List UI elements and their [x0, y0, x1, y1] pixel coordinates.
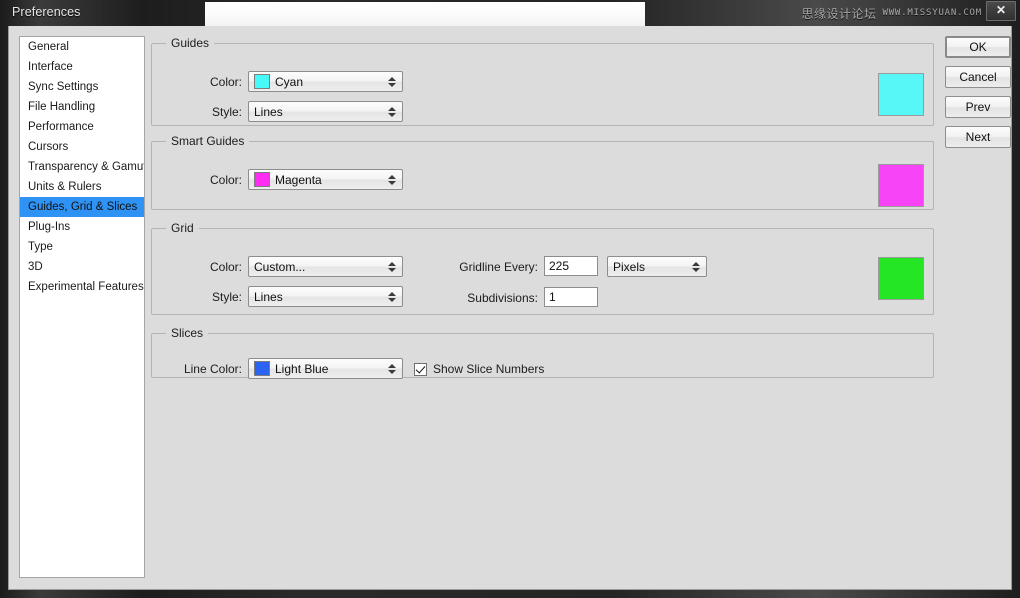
slices-line-color-value: Light Blue	[275, 361, 329, 376]
window-title: Preferences	[12, 5, 81, 19]
sidebar-item-3d[interactable]: 3D	[20, 257, 144, 277]
chevron-updown-icon	[384, 170, 400, 189]
next-button[interactable]: Next	[945, 126, 1011, 148]
chevron-updown-icon	[384, 287, 400, 306]
close-icon[interactable]: ✕	[986, 1, 1016, 21]
grid-color-preview[interactable]	[878, 257, 924, 300]
subdivisions-label: Subdivisions:	[467, 291, 538, 305]
sidebar-item-sync-settings[interactable]: Sync Settings	[20, 77, 144, 97]
grid-style-value: Lines	[254, 289, 283, 304]
dialog-button-column: OK Cancel Prev Next	[945, 36, 1011, 156]
smart-guides-group-legend: Smart Guides	[171, 134, 245, 148]
guides-group: Guides Color: Cyan Style: Lines	[151, 36, 934, 126]
grid-style-dropdown[interactable]: Lines	[248, 286, 403, 307]
grid-group-legend: Grid	[171, 221, 194, 235]
guides-color-value: Cyan	[275, 74, 304, 89]
guides-color-label: Color:	[209, 75, 242, 89]
sidebar-item-type[interactable]: Type	[20, 237, 144, 257]
sidebar-item-guides-grid-slices[interactable]: Guides, Grid & Slices	[20, 197, 144, 217]
sidebar-item-experimental-features[interactable]: Experimental Features	[20, 277, 144, 297]
sidebar-item-transparency-gamut[interactable]: Transparency & Gamut	[20, 157, 144, 177]
ok-button[interactable]: OK	[945, 36, 1011, 58]
smart-guides-color-swatch-icon	[254, 172, 270, 187]
title-bar-white-overlay	[205, 2, 645, 26]
grid-color-label: Color:	[209, 260, 242, 274]
guides-group-legend: Guides	[171, 36, 210, 50]
title-bar: Preferences 思缘设计论坛 WWW.MISSYUAN.COM ✕	[0, 0, 1020, 26]
grid-color-value: Custom...	[254, 259, 306, 274]
guides-color-dropdown[interactable]: Cyan	[248, 71, 403, 92]
chevron-updown-icon	[384, 359, 400, 378]
slices-line-color-swatch-icon	[254, 361, 270, 376]
guides-color-preview[interactable]	[878, 73, 924, 116]
preferences-main-panel: Guides Color: Cyan Style: Lines Smart Gu…	[151, 36, 934, 578]
preferences-category-list[interactable]: General Interface Sync Settings File Han…	[19, 36, 145, 578]
smart-guides-group: Smart Guides Color: Magenta	[151, 134, 934, 210]
checkmark-icon[interactable]	[414, 362, 427, 376]
preferences-window: Preferences 思缘设计论坛 WWW.MISSYUAN.COM ✕ Ge…	[0, 0, 1020, 598]
chevron-updown-icon	[688, 257, 704, 276]
smart-guides-color-dropdown[interactable]: Magenta	[248, 169, 403, 190]
sidebar-item-interface[interactable]: Interface	[20, 57, 144, 77]
guides-style-label: Style:	[211, 105, 242, 119]
grid-group: Grid Color: Custom... Style: Lines Gridl…	[151, 221, 934, 315]
sidebar-item-plug-ins[interactable]: Plug-Ins	[20, 217, 144, 237]
cancel-button[interactable]: Cancel	[945, 66, 1011, 88]
guides-style-value: Lines	[254, 104, 283, 119]
sidebar-item-general[interactable]: General	[20, 37, 144, 57]
smart-guides-color-label: Color:	[209, 173, 242, 187]
chevron-updown-icon	[384, 257, 400, 276]
subdivisions-input[interactable]	[544, 287, 598, 307]
slices-group: Slices Line Color: Light Blue Show Slice…	[151, 326, 934, 379]
gridline-every-input[interactable]	[544, 256, 598, 276]
watermark-url-text: WWW.MISSYUAN.COM	[882, 8, 982, 18]
watermark: 思缘设计论坛 WWW.MISSYUAN.COM	[801, 4, 982, 22]
slices-group-legend: Slices	[171, 326, 204, 340]
sidebar-item-file-handling[interactable]: File Handling	[20, 97, 144, 117]
watermark-chinese-text: 思缘设计论坛	[801, 6, 877, 21]
smart-guides-color-preview[interactable]	[878, 164, 924, 207]
slices-line-color-label: Line Color:	[183, 362, 242, 376]
sidebar-item-performance[interactable]: Performance	[20, 117, 144, 137]
guides-color-swatch-icon	[254, 74, 270, 89]
grid-color-dropdown[interactable]: Custom...	[248, 256, 403, 277]
sidebar-item-units-rulers[interactable]: Units & Rulers	[20, 177, 144, 197]
smart-guides-color-value: Magenta	[275, 172, 322, 187]
prev-button[interactable]: Prev	[945, 96, 1011, 118]
gridline-units-value: Pixels	[613, 259, 646, 274]
chevron-updown-icon	[384, 102, 400, 121]
show-slice-numbers-checkbox-row[interactable]: Show Slice Numbers	[414, 362, 544, 376]
show-slice-numbers-label: Show Slice Numbers	[433, 362, 545, 376]
grid-style-label: Style:	[211, 290, 242, 304]
guides-style-dropdown[interactable]: Lines	[248, 101, 403, 122]
gridline-units-dropdown[interactable]: Pixels	[607, 256, 707, 277]
slices-line-color-dropdown[interactable]: Light Blue	[248, 358, 403, 379]
sidebar-item-cursors[interactable]: Cursors	[20, 137, 144, 157]
gridline-every-label: Gridline Every:	[459, 260, 538, 274]
preferences-dialog: General Interface Sync Settings File Han…	[8, 26, 1012, 590]
chevron-updown-icon	[384, 72, 400, 91]
